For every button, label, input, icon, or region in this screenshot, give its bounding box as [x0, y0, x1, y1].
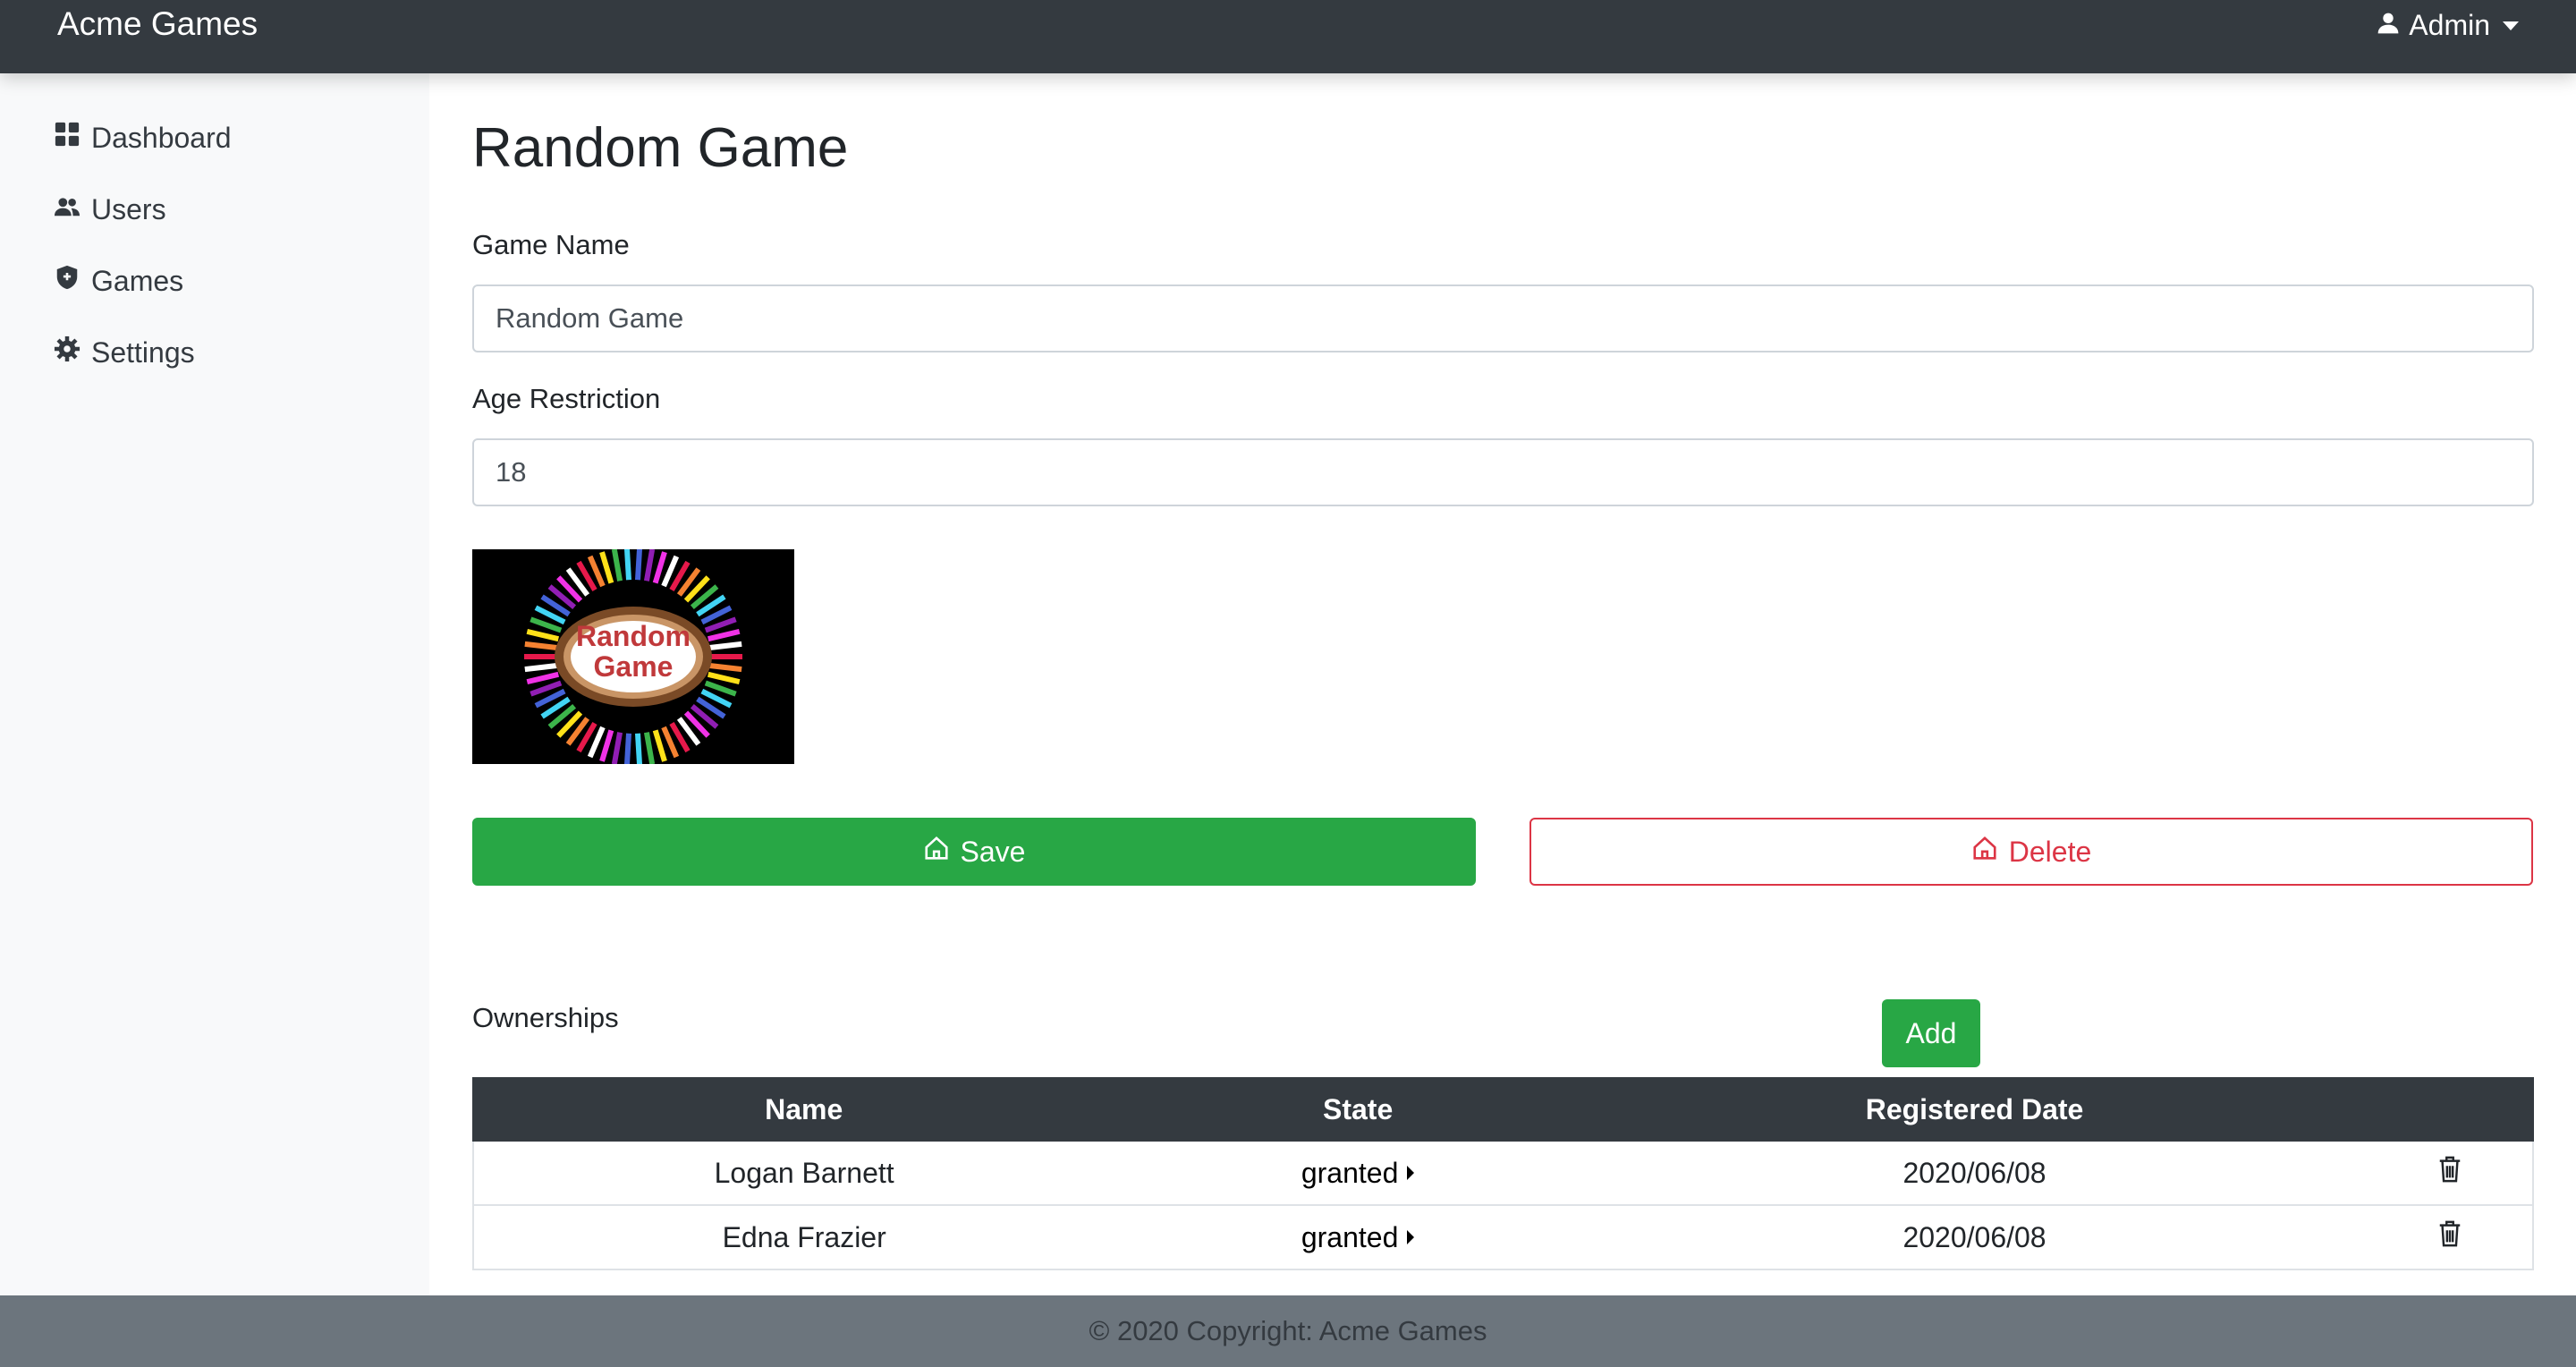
sidebar-item-label: Games	[91, 264, 184, 297]
add-ownership-button[interactable]: Add	[1882, 999, 1980, 1067]
delete-label: Delete	[2008, 835, 2092, 868]
copyright-text: © 2020 Copyright: Acme Games	[1089, 1315, 1487, 1346]
sidebar: Dashboard Users Games Settings	[0, 73, 429, 1295]
grid-icon	[54, 121, 80, 155]
actions-cell	[2368, 1204, 2534, 1270]
state-dropdown[interactable]: granted	[1301, 1157, 1415, 1190]
brand-name[interactable]: Acme Games	[57, 4, 258, 45]
game-image-text-line2: Game	[594, 650, 674, 683]
page-title: Random Game	[472, 117, 849, 179]
game-image-text-line1: Random	[576, 620, 691, 652]
registered-date: 2020/06/08	[1580, 1204, 2368, 1270]
sidebar-item-games[interactable]: Games	[54, 261, 183, 301]
sidebar-item-users[interactable]: Users	[54, 190, 166, 229]
home-icon	[1971, 835, 1998, 869]
ownerships-table: Name State Registered Date Logan Barnett…	[471, 1077, 2534, 1270]
top-navbar: Acme Games Admin	[0, 0, 2576, 73]
state-value: granted	[1301, 1156, 1399, 1189]
game-name-input[interactable]	[472, 284, 2534, 352]
sidebar-item-settings[interactable]: Settings	[54, 333, 195, 372]
owner-name: Edna Frazier	[471, 1204, 1135, 1270]
state-value: granted	[1301, 1220, 1399, 1253]
sidebar-item-label: Users	[91, 192, 166, 225]
caret-right-icon	[1407, 1166, 1415, 1180]
person-icon	[2377, 7, 2400, 43]
sidebar-item-dashboard[interactable]: Dashboard	[54, 118, 232, 157]
footer: © 2020 Copyright: Acme Games	[0, 1295, 2576, 1367]
state-cell: granted	[1134, 1204, 1581, 1270]
save-label: Save	[960, 835, 1026, 868]
age-restriction-label: Age Restriction	[472, 383, 661, 414]
caret-right-icon	[1407, 1230, 1415, 1244]
state-cell: granted	[1134, 1140, 1581, 1206]
trash-icon[interactable]	[2436, 1154, 2463, 1192]
gear-icon	[54, 335, 80, 369]
game-image: Random Game	[472, 548, 794, 766]
table-row: Logan Barnett granted 2020/06/08	[471, 1140, 2534, 1206]
game-name-label: Game Name	[472, 229, 630, 260]
main-content: Random Game Game Name Age Restriction Ra…	[429, 73, 2576, 1295]
column-header-actions	[2367, 1077, 2534, 1142]
delete-button[interactable]: Delete	[1530, 818, 2533, 886]
chevron-down-icon	[2503, 21, 2519, 30]
owner-name: Logan Barnett	[471, 1140, 1135, 1206]
admin-dropdown[interactable]: Admin	[2377, 7, 2519, 43]
people-icon	[54, 192, 80, 226]
ownerships-label: Ownerships	[472, 1002, 619, 1033]
state-dropdown[interactable]: granted	[1301, 1221, 1415, 1254]
shield-icon	[54, 264, 80, 298]
registered-date: 2020/06/08	[1580, 1140, 2368, 1206]
column-header-registered-date[interactable]: Registered Date	[1580, 1077, 2369, 1142]
column-header-state[interactable]: State	[1133, 1077, 1582, 1142]
table-header-row: Name State Registered Date	[471, 1077, 2534, 1142]
table-row: Edna Frazier granted 2020/06/08	[471, 1204, 2534, 1270]
column-header-name[interactable]: Name	[471, 1077, 1136, 1142]
sidebar-item-label: Settings	[91, 335, 195, 369]
save-button[interactable]: Save	[472, 818, 1476, 886]
home-icon	[923, 835, 950, 869]
age-restriction-input[interactable]	[472, 438, 2534, 506]
admin-label: Admin	[2409, 9, 2490, 41]
sidebar-item-label: Dashboard	[91, 121, 232, 154]
actions-cell	[2368, 1140, 2534, 1206]
trash-icon[interactable]	[2436, 1218, 2463, 1256]
